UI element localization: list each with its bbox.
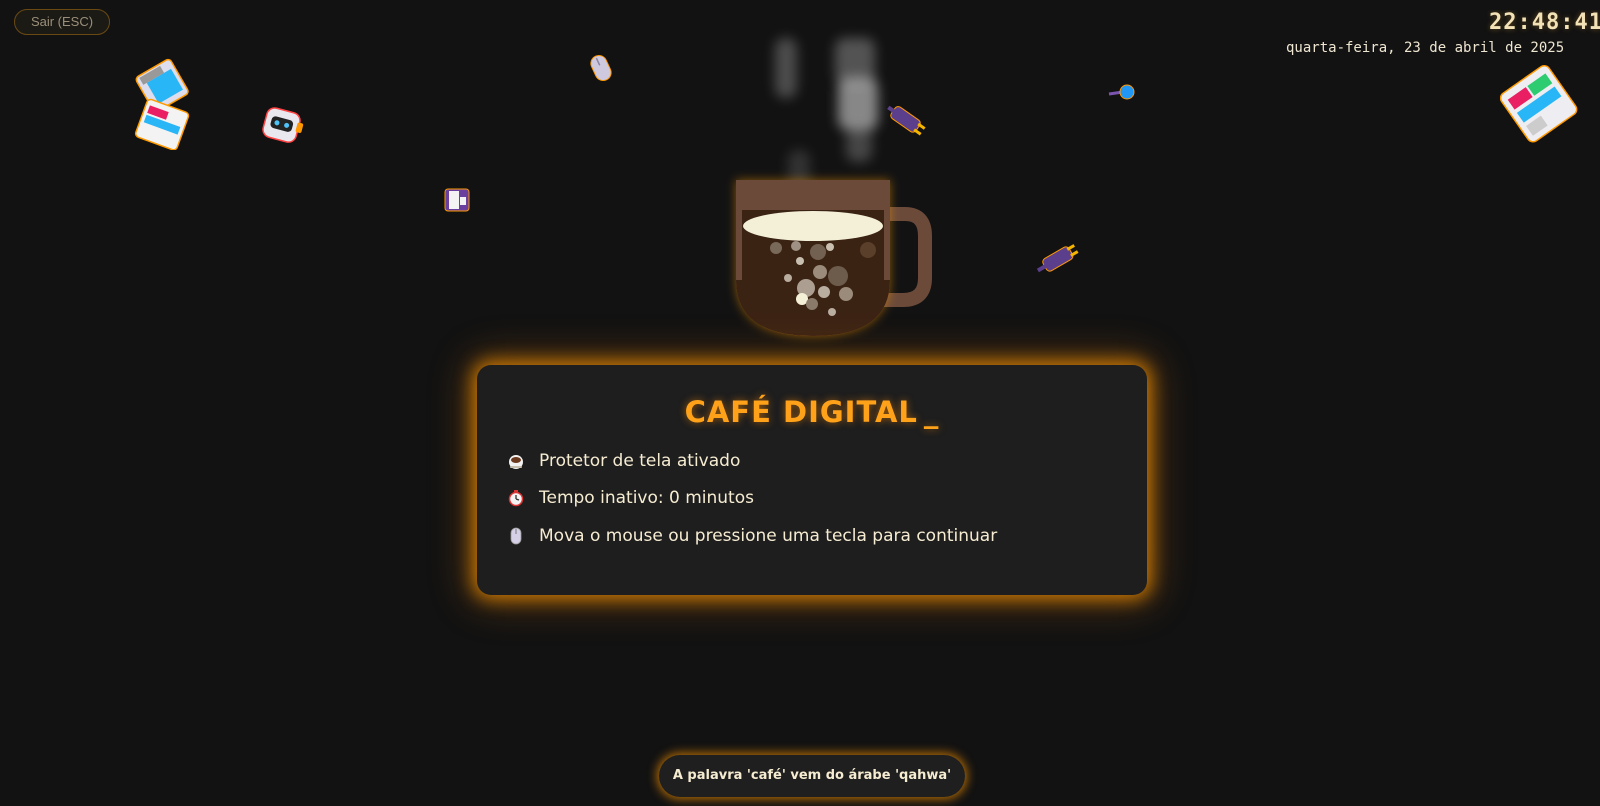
clock-time: 22:48:41 bbox=[1489, 10, 1600, 35]
exit-button[interactable]: Sair (ESC) bbox=[14, 9, 110, 35]
clock: 22:48:41 quarta-feira, 23 de abril de 20… bbox=[1260, 10, 1600, 62]
idle-time-text: Tempo inativo: 0 minutos bbox=[539, 488, 754, 508]
floppy-stack-icon bbox=[128, 55, 198, 154]
mouse-icon bbox=[588, 52, 614, 88]
coffee-cup-icon bbox=[736, 180, 932, 336]
robot-icon bbox=[258, 104, 304, 154]
steam bbox=[846, 126, 872, 162]
hint-line: Mova o mouse ou pressione uma tecla para… bbox=[507, 524, 997, 548]
hint-text: Mova o mouse ou pressione uma tecla para… bbox=[539, 526, 998, 546]
status-line: Protetor de tela ativado bbox=[507, 449, 740, 473]
typing-cursor: _ bbox=[923, 395, 940, 429]
clock-date: quarta-feira, 23 de abril de 2025 bbox=[1286, 40, 1565, 56]
info-panel: CAFÉ DIGITAL _ Protetor de tela ativado T… bbox=[477, 365, 1147, 595]
floppy-icon bbox=[443, 186, 471, 218]
steam bbox=[775, 38, 797, 98]
coffee-fact: A palavra 'café' vem do árabe 'qahwa' bbox=[659, 755, 965, 797]
steam bbox=[838, 78, 878, 130]
stopwatch-icon bbox=[507, 489, 525, 507]
plug-icon bbox=[1034, 236, 1092, 280]
floppy-stack-icon bbox=[1499, 64, 1580, 148]
plug-icon bbox=[884, 100, 938, 148]
panel-title-text: CAFÉ DIGITAL bbox=[684, 395, 918, 429]
pin-icon bbox=[1107, 82, 1139, 110]
idle-time-line: Tempo inativo: 0 minutos bbox=[507, 486, 754, 510]
mouse-icon bbox=[507, 527, 525, 545]
coffee-icon bbox=[507, 452, 525, 470]
panel-title: CAFÉ DIGITAL _ bbox=[477, 395, 1147, 429]
status-text: Protetor de tela ativado bbox=[539, 451, 741, 471]
